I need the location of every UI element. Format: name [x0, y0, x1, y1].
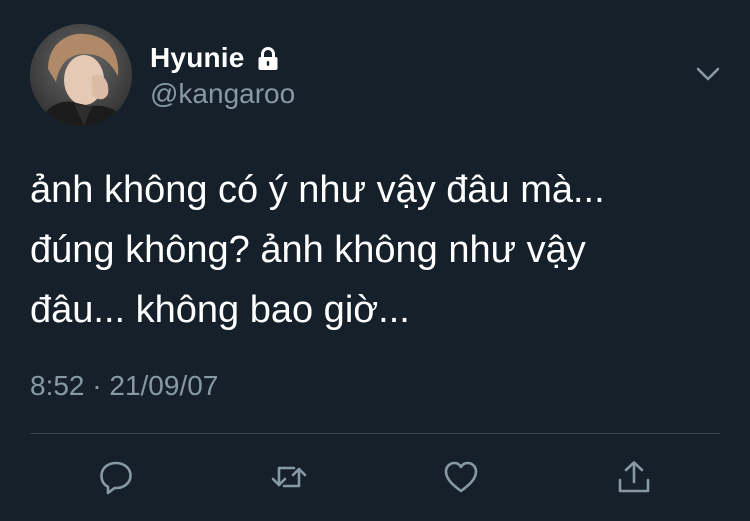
lock-icon [255, 46, 281, 72]
like-button[interactable] [442, 458, 480, 496]
share-icon [618, 461, 650, 493]
share-button[interactable] [615, 458, 653, 496]
tweet-text-line: đúng không? ảnh không như vậy [30, 229, 586, 271]
tweet-text-line: đâu... không bao giờ... [30, 289, 410, 331]
user-handle[interactable]: @kangaroo [150, 78, 295, 110]
reply-icon [100, 461, 132, 495]
like-icon [444, 461, 478, 493]
avatar-photo [30, 24, 132, 126]
timestamp[interactable]: 8:52 · 21/09/07 [30, 370, 218, 402]
retweet-icon [271, 466, 307, 488]
reply-button[interactable] [97, 458, 135, 496]
name-row: Hyunie [150, 40, 281, 76]
avatar[interactable] [30, 24, 132, 126]
tweet-text: ảnh không có ý như vậy đâu mà... đúng kh… [30, 160, 720, 340]
tweet-card: Hyunie @kangaroo ảnh không có ý như vậy … [0, 0, 750, 521]
retweet-button[interactable] [270, 458, 308, 496]
display-name[interactable]: Hyunie [150, 42, 245, 74]
divider [30, 433, 720, 434]
tweet-text-line: ảnh không có ý như vậy đâu mà... [30, 169, 605, 211]
chevron-down-icon[interactable] [694, 60, 722, 88]
